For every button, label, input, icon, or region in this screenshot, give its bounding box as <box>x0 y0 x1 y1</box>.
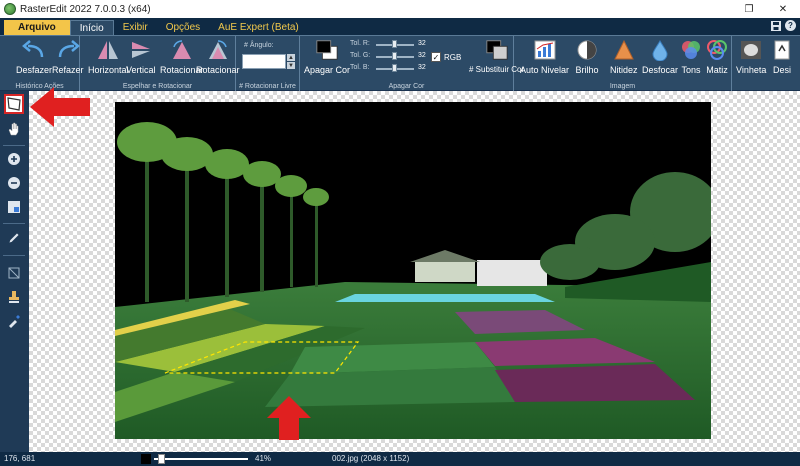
hue-icon <box>705 38 729 62</box>
crop-tool[interactable] <box>4 263 24 283</box>
zoom-indicator-swatch <box>141 454 151 464</box>
restore-button[interactable]: ❐ <box>732 0 766 18</box>
undo-icon <box>22 38 46 62</box>
tol-g-label: Tol. G: <box>350 52 371 59</box>
erase-color-group-label: Apagar Cor <box>388 83 425 90</box>
cursor-coordinates: 176, 681 <box>4 454 36 463</box>
fit-window-icon <box>8 201 20 213</box>
hand-icon <box>8 122 19 136</box>
tab-expert[interactable]: AuE Expert (Beta) <box>209 20 308 35</box>
angle-spin-up[interactable]: ▲ <box>287 54 295 61</box>
tab-file[interactable]: Arquivo <box>4 20 70 35</box>
history-group: Desfazer Refazer Histórico Ações <box>0 36 84 92</box>
desaturate-button[interactable]: Desi <box>770 38 794 75</box>
brightness-button[interactable]: Brilho <box>575 38 599 75</box>
flip-vertical-icon <box>129 38 153 62</box>
crop-select-icon <box>7 97 21 111</box>
window-title: RasterEdit 2022 7.0.0.3 (x64) <box>20 3 151 15</box>
tab-home[interactable]: Início <box>69 20 114 35</box>
sharpness-button[interactable]: Nitidez <box>610 38 638 75</box>
tones-icon <box>679 38 703 62</box>
rgb-label: RGB <box>444 53 462 62</box>
rotate-right-icon <box>206 38 230 62</box>
desaturate-icon <box>770 38 794 62</box>
zoom-in-icon <box>8 153 20 165</box>
tol-b-label: Tol. B: <box>350 64 370 71</box>
auto-level-icon <box>533 38 557 62</box>
pan-tool[interactable] <box>4 119 24 139</box>
tol-r-thumb[interactable] <box>392 40 397 48</box>
sharpness-icon <box>612 38 636 62</box>
red-arrow-left-annotation <box>30 87 90 127</box>
tol-g-thumb[interactable] <box>392 52 397 60</box>
rotate-left-icon <box>170 38 194 62</box>
pencil-icon <box>8 232 20 244</box>
save-icon[interactable] <box>770 20 781 31</box>
eyedropper-icon <box>9 315 20 328</box>
blur-button[interactable]: Desfocar <box>642 38 678 75</box>
pencil-tool[interactable] <box>4 228 24 248</box>
vignette-icon <box>739 38 763 62</box>
garden-photo[interactable] <box>115 102 711 439</box>
left-toolbar <box>0 91 29 452</box>
tol-r-value: 32 <box>418 40 426 47</box>
flip-vertical-button[interactable]: Vertical <box>126 38 156 75</box>
garden-image <box>115 102 711 439</box>
replace-color-icon <box>485 38 509 62</box>
hue-button[interactable]: Matiz <box>705 38 729 75</box>
help-icon[interactable]: ? <box>785 20 796 31</box>
redo-icon <box>56 38 80 62</box>
zoom-in-tool[interactable] <box>4 149 24 169</box>
tones-button[interactable]: Tons <box>679 38 703 75</box>
tab-view[interactable]: Exibir <box>114 20 157 35</box>
rgb-checkbox[interactable]: ✓ <box>431 52 441 62</box>
crop-select-tool[interactable] <box>4 94 24 114</box>
undo-button[interactable]: Desfazer <box>16 38 52 75</box>
close-button[interactable]: ✕ <box>766 0 800 18</box>
angle-label: # Ângulo: <box>244 42 274 49</box>
stamp-tool[interactable] <box>4 287 24 307</box>
rotate-right-button[interactable]: Rotacionar <box>196 38 240 75</box>
app-logo-icon <box>4 3 16 15</box>
tol-b-thumb[interactable] <box>392 64 397 72</box>
erase-color-button[interactable]: Apagar Cor <box>304 38 350 75</box>
window-controls: ❐ ✕ <box>732 0 800 18</box>
color-swatch-icon <box>315 38 339 62</box>
blur-drop-icon <box>648 38 672 62</box>
mirror-rotate-group: Horizontal Vertical Rotacionar Rotaciona… <box>80 36 240 92</box>
tol-g-value: 32 <box>418 52 426 59</box>
image-group-label: Imagem <box>609 83 636 90</box>
zoom-out-tool[interactable] <box>4 173 24 193</box>
redo-button[interactable]: Refazer <box>52 38 84 75</box>
flip-horizontal-icon <box>96 38 120 62</box>
brightness-icon <box>575 38 599 62</box>
status-bar: 176, 681 41% 002.jpg (2048 x 1152) <box>0 452 800 466</box>
zoom-slider[interactable] <box>154 458 248 460</box>
stamp-icon <box>9 291 19 303</box>
eyedropper-tool[interactable] <box>4 311 24 331</box>
zoom-out-icon <box>8 177 20 189</box>
tol-b-value: 32 <box>418 64 426 71</box>
ribbon: Desfazer Refazer Histórico Ações Horizon… <box>0 35 800 92</box>
red-arrow-up-annotation <box>267 396 311 440</box>
canvas-area[interactable] <box>29 91 800 452</box>
menu-bar: Arquivo Início Exibir Opções AuE Expert … <box>0 18 800 35</box>
mirror-rotate-group-label: Espelhar e Rotacionar <box>122 83 193 90</box>
image-group: Auto Nivelar Brilho Nitidez Desfocar Ton… <box>514 36 732 92</box>
free-rotate-group-label: # Rotacionar Livre <box>239 83 296 90</box>
auto-level-button[interactable]: Auto Nivelar <box>520 38 569 75</box>
zoom-percent: 41% <box>255 454 272 463</box>
file-info: 002.jpg (2048 x 1152) <box>332 454 410 463</box>
title-bar: RasterEdit 2022 7.0.0.3 (x64) ❐ ✕ <box>0 0 800 18</box>
tol-r-label: Tol. R: <box>350 40 370 47</box>
tab-options[interactable]: Opções <box>157 20 209 35</box>
crop-icon <box>8 267 20 279</box>
angle-spin-down[interactable]: ▼ <box>287 62 295 69</box>
vignette-button[interactable]: Vinheta <box>736 38 766 75</box>
fit-to-window-tool[interactable] <box>4 197 24 217</box>
flip-horizontal-button[interactable]: Horizontal <box>88 38 129 75</box>
angle-input[interactable] <box>242 54 286 69</box>
zoom-slider-thumb[interactable] <box>158 454 165 464</box>
